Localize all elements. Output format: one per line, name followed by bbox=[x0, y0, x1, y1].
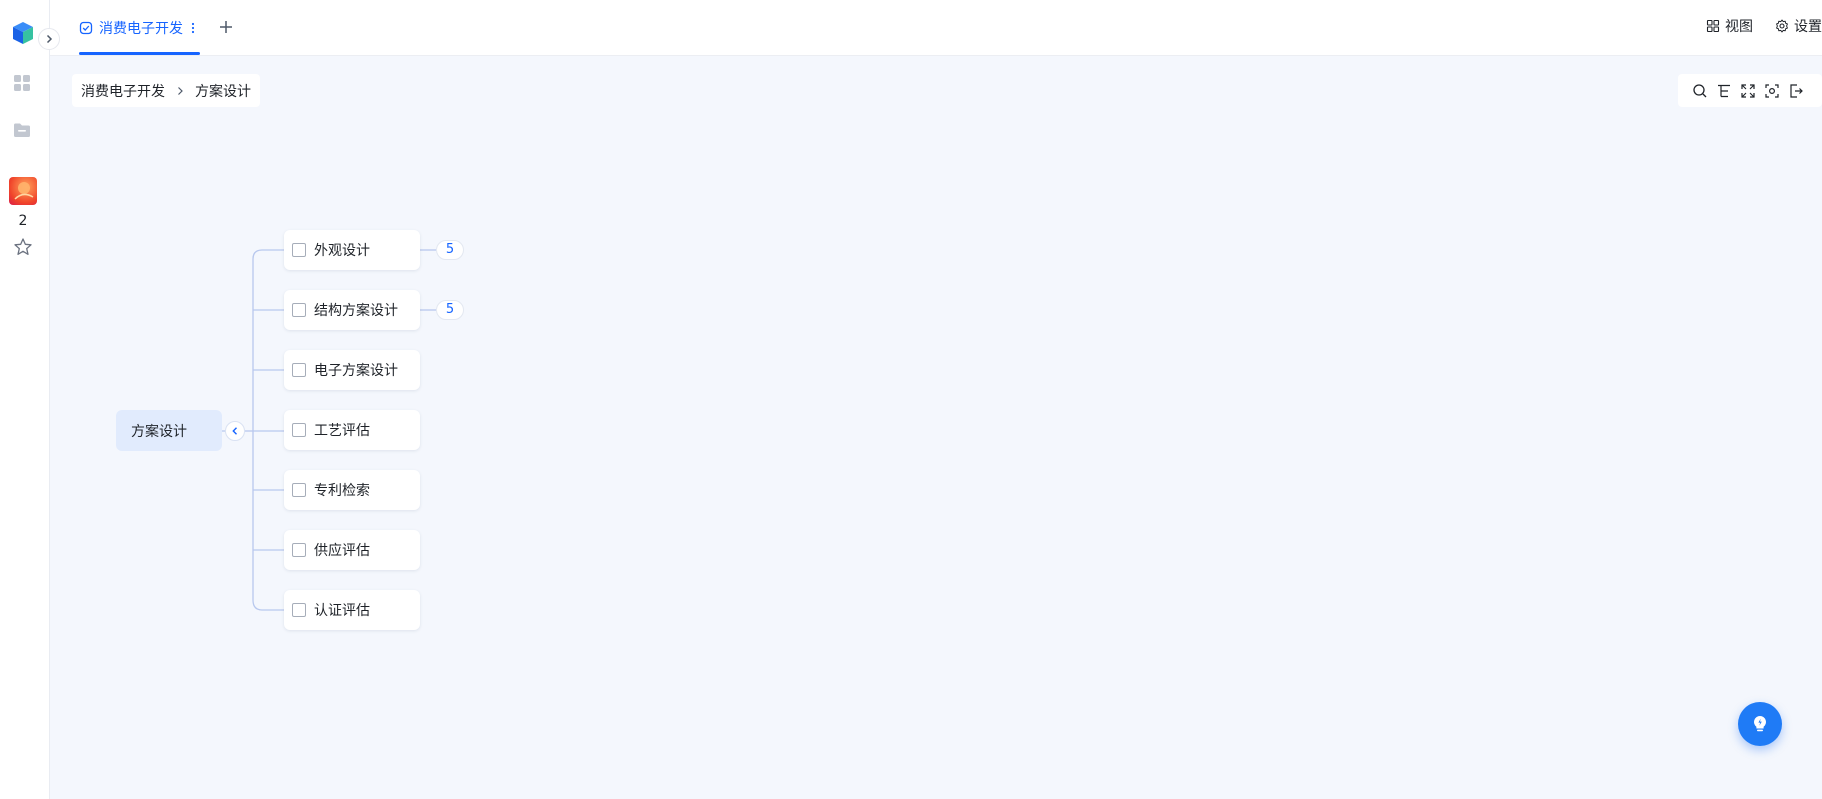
mindmap-child-node[interactable]: 外观设计 bbox=[284, 230, 420, 270]
node-checkbox[interactable] bbox=[292, 483, 306, 497]
mindmap-child-node[interactable]: 工艺评估 bbox=[284, 410, 420, 450]
mindmap-child-node[interactable]: 供应评估 bbox=[284, 530, 420, 570]
mindmap-child-node[interactable]: 专利检索 bbox=[284, 470, 420, 510]
view-button[interactable]: 视图 bbox=[1706, 16, 1753, 36]
focus-button[interactable] bbox=[1763, 82, 1781, 100]
exit-icon bbox=[1790, 83, 1803, 98]
task-check-icon bbox=[79, 21, 93, 35]
tab-consumer-electronics[interactable]: 消费电子开发 bbox=[79, 16, 197, 40]
node-checkbox[interactable] bbox=[292, 303, 306, 317]
root-node-label: 方案设计 bbox=[131, 423, 187, 440]
view-label: 视图 bbox=[1725, 19, 1753, 35]
search-icon bbox=[1693, 83, 1707, 97]
unread-count: 2 bbox=[18, 213, 28, 229]
subtask-count-badge[interactable]: 5 bbox=[436, 240, 464, 260]
mindmap-connectors bbox=[222, 249, 436, 611]
mindmap-child-node[interactable]: 电子方案设计 bbox=[284, 350, 420, 390]
exit-button[interactable] bbox=[1787, 82, 1805, 100]
node-label: 工艺评估 bbox=[314, 423, 370, 439]
tree-structure-icon bbox=[1718, 84, 1730, 97]
search-button[interactable] bbox=[1691, 82, 1709, 100]
lightbulb-icon bbox=[1754, 716, 1766, 732]
cube-logo-icon[interactable] bbox=[10, 20, 36, 46]
node-label: 外观设计 bbox=[314, 243, 370, 259]
settings-button[interactable]: 设置 bbox=[1775, 16, 1822, 36]
add-tab-icon[interactable] bbox=[216, 17, 236, 37]
settings-label: 设置 bbox=[1794, 19, 1822, 35]
tab-label: 消费电子开发 bbox=[99, 21, 183, 37]
chevron-left-icon bbox=[232, 427, 237, 435]
subtask-count-badge[interactable]: 5 bbox=[436, 300, 464, 320]
tree-structure-button[interactable] bbox=[1715, 82, 1733, 100]
node-checkbox[interactable] bbox=[292, 423, 306, 437]
collapse-node-button[interactable] bbox=[225, 421, 245, 441]
view-grid-icon bbox=[1706, 19, 1720, 33]
star-icon[interactable] bbox=[13, 237, 33, 257]
mindmap-root-node[interactable]: 方案设计 bbox=[116, 410, 222, 451]
node-label: 结构方案设计 bbox=[314, 303, 398, 319]
expand-rail-button[interactable] bbox=[38, 28, 60, 50]
chevron-right-icon bbox=[46, 34, 53, 44]
left-rail: 2 bbox=[0, 0, 60, 799]
gear-icon bbox=[1776, 19, 1788, 33]
node-label: 专利检索 bbox=[314, 483, 370, 499]
mindmap-child-node[interactable]: 认证评估 bbox=[284, 590, 420, 630]
fullscreen-button[interactable] bbox=[1739, 82, 1757, 100]
canvas-toolbar bbox=[1678, 74, 1822, 107]
top-right-actions: 视图 设置 bbox=[1706, 16, 1822, 36]
node-label: 电子方案设计 bbox=[314, 363, 398, 379]
breadcrumb-item-current[interactable]: 方案设计 bbox=[195, 81, 251, 101]
fullscreen-icon bbox=[1741, 83, 1755, 98]
avatar[interactable] bbox=[9, 177, 37, 205]
breadcrumb-item-project[interactable]: 消费电子开发 bbox=[81, 81, 165, 101]
chevron-right-icon bbox=[178, 86, 183, 95]
folder-icon[interactable] bbox=[12, 120, 32, 140]
top-bar: 消费电子开发 视图 设置 bbox=[50, 0, 1822, 56]
node-checkbox[interactable] bbox=[292, 603, 306, 617]
focus-icon bbox=[1765, 83, 1779, 98]
assistant-button[interactable] bbox=[1738, 702, 1782, 746]
apps-grid-icon[interactable] bbox=[12, 73, 32, 93]
more-vertical-icon[interactable] bbox=[189, 21, 197, 35]
node-label: 供应评估 bbox=[314, 543, 370, 559]
node-checkbox[interactable] bbox=[292, 543, 306, 557]
mindmap-child-node[interactable]: 结构方案设计 bbox=[284, 290, 420, 330]
node-label: 认证评估 bbox=[314, 603, 370, 619]
active-tab-indicator bbox=[79, 52, 200, 55]
avatar-image-icon bbox=[14, 182, 34, 200]
node-checkbox[interactable] bbox=[292, 243, 306, 257]
node-checkbox[interactable] bbox=[292, 363, 306, 377]
breadcrumb: 消费电子开发 方案设计 bbox=[72, 74, 260, 107]
